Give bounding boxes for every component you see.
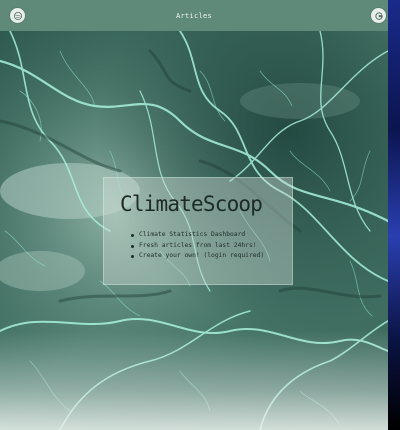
feature-item: Create your own! (login required) bbox=[130, 251, 264, 262]
feature-item: Climate Statistics Dashboard bbox=[130, 230, 264, 241]
hero-card: ClimateScoop Climate Statistics Dashboar… bbox=[103, 177, 293, 285]
app-title: ClimateScoop bbox=[120, 192, 263, 216]
app-window: Articles ClimateScoop Climate Statistics… bbox=[0, 0, 400, 430]
google-signin-icon bbox=[374, 11, 384, 21]
globe-logo-icon bbox=[13, 11, 23, 21]
google-signin-button[interactable] bbox=[371, 8, 386, 23]
home-logo-button[interactable] bbox=[10, 8, 25, 23]
header-title: Articles bbox=[175, 11, 213, 20]
feature-list: Climate Statistics Dashboard Fresh artic… bbox=[130, 230, 264, 262]
page-viewport: Articles ClimateScoop Climate Statistics… bbox=[0, 0, 388, 430]
side-scroll-strip bbox=[388, 0, 400, 430]
feature-item: Fresh articles from last 24hrs! bbox=[130, 241, 264, 252]
header-bar: Articles bbox=[0, 0, 388, 31]
